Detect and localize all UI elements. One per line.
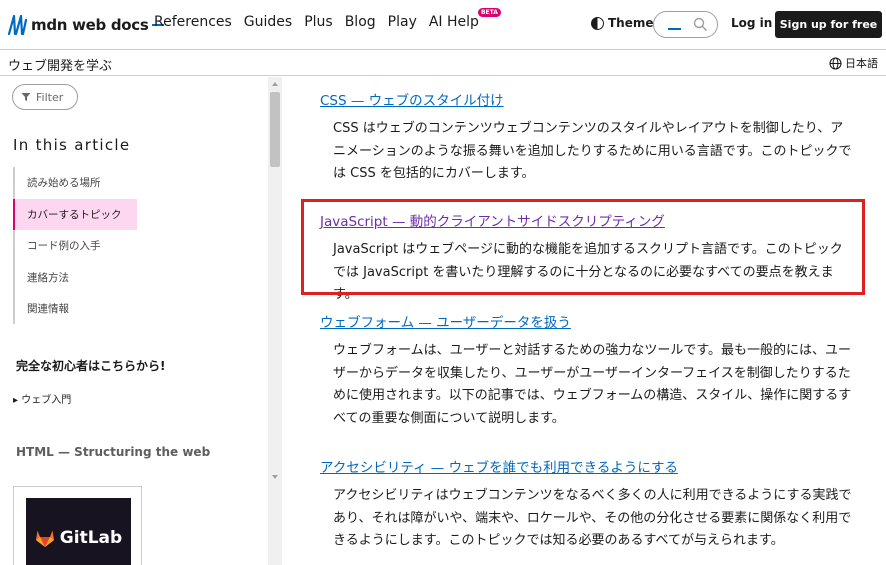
- html-heading: HTML — Structuring the web: [16, 445, 211, 459]
- search-cursor: [668, 28, 681, 30]
- topic-entry-forms: ウェブフォーム — ユーザーデータを扱う ウェブフォームは、ユーザーと対話するた…: [320, 311, 860, 430]
- toc-item-code-examples[interactable]: コード例の入手: [15, 230, 163, 262]
- topic-entry-accessibility: アクセシビリティ — ウェブを誰でも利用できるようにする アクセシビリティはウェ…: [320, 456, 860, 553]
- theme-icon: [591, 16, 604, 30]
- nav-ai-help-label: AI Help: [428, 14, 479, 30]
- beginner-heading: 完全な初心者はこちらから!: [16, 359, 166, 373]
- main-content: CSS — ウェブのスタイル付け CSS はウェブのコンテンツウェブコンテンツの…: [282, 77, 886, 565]
- beta-badge: BETA: [477, 8, 501, 17]
- filter-placeholder: Filter: [36, 90, 64, 104]
- globe-icon: [829, 56, 842, 70]
- gitlab-logo-icon: [35, 530, 54, 547]
- highlight-box: [301, 199, 865, 295]
- toc-title: In this article: [13, 136, 131, 154]
- mdn-logo[interactable]: mdn web docs: [7, 12, 164, 38]
- web-intro-link[interactable]: ▸ ウェブ入門: [13, 391, 71, 406]
- toc-item-topics[interactable]: カバーするトピック: [13, 198, 137, 230]
- topic-desc-forms: ウェブフォームは、ユーザーと対話するための強力なツールです。最も一般的には、ユー…: [333, 343, 852, 426]
- nav-references[interactable]: References: [154, 14, 232, 30]
- logo-text: mdn web docs: [31, 16, 149, 34]
- nav-play[interactable]: Play: [388, 14, 417, 30]
- nav-links: References Guides Plus Blog Play AI Help…: [154, 8, 501, 30]
- toc-item-contact[interactable]: 連絡方法: [15, 262, 163, 294]
- language-label: 日本語: [845, 57, 878, 70]
- topic-link-forms[interactable]: ウェブフォーム — ユーザーデータを扱う: [320, 311, 860, 331]
- toc-item-start[interactable]: 読み始める場所: [15, 167, 163, 199]
- topic-link-accessibility[interactable]: アクセシビリティ — ウェブを誰でも利用できるようにする: [320, 456, 860, 476]
- topic-desc-accessibility: アクセシビリティはウェブコンテンツをなるべく多くの人に利用できるようにする実践で…: [333, 488, 852, 548]
- table-of-contents: 読み始める場所 カバーするトピック コード例の入手 連絡方法 関連情報: [13, 167, 163, 324]
- signup-button[interactable]: Sign up for free: [775, 11, 882, 38]
- web-intro-label: ウェブ入門: [21, 395, 72, 406]
- nav-ai-help[interactable]: AI Help BETA: [428, 8, 501, 30]
- scroll-up-arrow-icon[interactable]: [272, 82, 278, 86]
- theme-label: Theme: [608, 16, 654, 30]
- language-switcher[interactable]: 日本語: [829, 55, 878, 71]
- topic-desc-css: CSS はウェブのコンテンツウェブコンテンツのスタイルやレイアウトを制御したり、…: [333, 121, 852, 181]
- search-icon[interactable]: [693, 17, 708, 32]
- filter-input[interactable]: Filter: [12, 84, 78, 110]
- sidebar-scrollbar[interactable]: [268, 77, 282, 565]
- scroll-down-arrow-icon[interactable]: [272, 475, 278, 479]
- nav-plus[interactable]: Plus: [304, 14, 333, 30]
- breadcrumb-bar: ウェブ開発を学ぶ 日本語: [0, 50, 886, 76]
- topic-link-css[interactable]: CSS — ウェブのスタイル付け: [320, 89, 860, 109]
- sidebar: Filter In this article 読み始める場所 カバーするトピック…: [0, 77, 268, 565]
- login-link[interactable]: Log in: [731, 16, 772, 30]
- mdn-logo-icon: [7, 14, 27, 36]
- scroll-thumb[interactable]: [270, 92, 280, 167]
- top-nav: mdn web docs References Guides Plus Blog…: [0, 0, 886, 50]
- topic-entry-css: CSS — ウェブのスタイル付け CSS はウェブのコンテンツウェブコンテンツの…: [320, 89, 860, 186]
- triangle-right-icon: ▸: [13, 395, 22, 406]
- breadcrumb[interactable]: ウェブ開発を学ぶ: [8, 55, 112, 74]
- search-box[interactable]: [653, 11, 718, 38]
- gitlab-wordmark: GitLab: [59, 528, 123, 548]
- filter-icon: [21, 93, 31, 101]
- toc-item-related[interactable]: 関連情報: [15, 293, 163, 325]
- theme-toggle[interactable]: Theme: [591, 16, 654, 30]
- ad-banner[interactable]: GitLab: [13, 486, 142, 565]
- nav-blog[interactable]: Blog: [345, 14, 376, 30]
- gitlab-ad: GitLab: [26, 498, 131, 565]
- nav-guides[interactable]: Guides: [244, 14, 292, 30]
